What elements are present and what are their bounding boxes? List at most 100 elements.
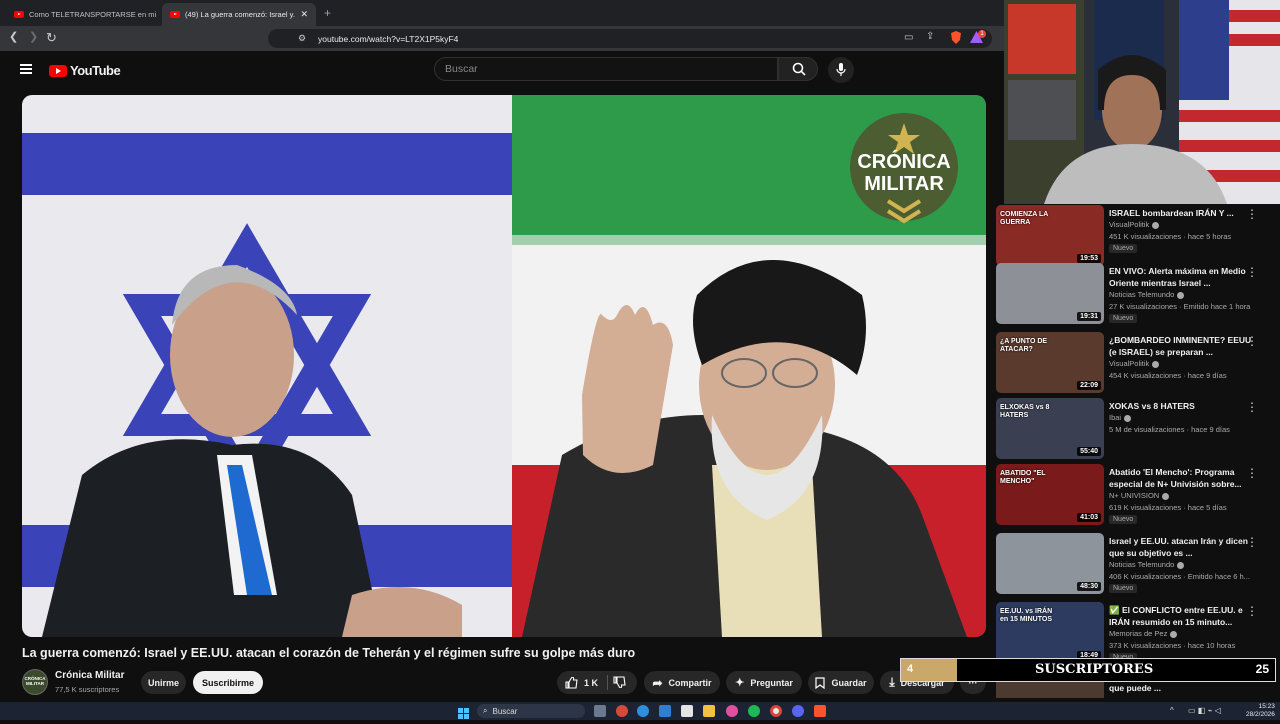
recommendation-card[interactable]: ABATIDO "EL MENCHO" 41:03 Abatido 'El Menc… xyxy=(996,464,1276,530)
goal-target: 25 xyxy=(1255,662,1269,676)
recommendation-title[interactable]: ISRAEL bombardean IRÁN Y ... xyxy=(1109,207,1259,219)
taskbar-search-label: Buscar xyxy=(492,706,518,716)
share-label: Compartir xyxy=(668,677,712,688)
edge-icon[interactable] xyxy=(637,705,649,717)
recommendation-thumbnail[interactable]: ABATIDO "EL MENCHO" 41:03 xyxy=(996,464,1104,525)
taskbar-search[interactable]: ⌕ Buscar xyxy=(477,704,585,718)
chrome-icon[interactable] xyxy=(770,705,782,717)
video-player[interactable]: CRÓNICA MILITAR xyxy=(22,95,986,637)
more-options-icon[interactable]: ⋮ xyxy=(1246,466,1258,480)
url-text: youtube.com/watch?v=LT2X1P5kyF4 xyxy=(318,33,459,44)
more-options-icon[interactable]: ⋮ xyxy=(1246,400,1258,414)
recommendation-channel[interactable]: VisualPolitik xyxy=(1109,220,1160,229)
share-icon[interactable]: ⇪ xyxy=(926,32,934,42)
like-button[interactable]: 1 K xyxy=(565,676,599,689)
more-options-icon[interactable]: ⋮ xyxy=(1246,334,1258,348)
recommendation-card[interactable]: COMIENZA LA GUERRA 19:53 ISRAEL bombardean… xyxy=(996,205,1276,271)
share-button[interactable]: ➦ Compartir xyxy=(644,671,720,694)
recommendation-thumbnail[interactable]: ELXOKAS vs 8 HATERS 55:40 xyxy=(996,398,1104,459)
discord-icon[interactable] xyxy=(792,705,804,717)
browser-toolbar: ❮ ❯ ↻ ⚙ youtube.com/watch?v=LT2X1P5kyF4 … xyxy=(0,26,1004,51)
tab-current-video[interactable]: (49) La guerra comenzó: Israel y... ✕ xyxy=(162,3,316,26)
recommendation-thumbnail[interactable]: ¿A PUNTO DE ATACAR? 22:09 xyxy=(996,332,1104,393)
tab-close-icon[interactable]: ✕ xyxy=(300,9,308,20)
recommendation-thumbnail[interactable]: EE.UU. vs IRÁN en 15 MINUTOS 18:49 xyxy=(996,602,1104,663)
like-count: 1 K xyxy=(584,677,599,688)
recommendation-title[interactable]: EN VIVO: Alerta máxima en Medio Oriente … xyxy=(1109,265,1259,289)
clock-time: 15:23 xyxy=(1258,703,1275,710)
file-explorer-icon[interactable] xyxy=(703,705,715,717)
recommendation-thumbnail[interactable]: 19:31 xyxy=(996,263,1104,324)
recommendation-card[interactable]: 48:30 Israel y EE.UU. atacan Irán y dicen… xyxy=(996,533,1276,599)
recommendation-card[interactable]: ELXOKAS vs 8 HATERS 55:40 XOKAS vs 8 HATER… xyxy=(996,398,1276,464)
new-tab-button[interactable]: + xyxy=(324,6,331,20)
browser-tab-bar: Como TELETRANSPORTARSE en minecraft (49)… xyxy=(0,0,1004,26)
search-icon: ⌕ xyxy=(483,706,488,715)
voice-search-button[interactable] xyxy=(828,57,854,83)
youtube-logo[interactable]: YouTube xyxy=(49,63,121,78)
more-options-icon[interactable]: ⋮ xyxy=(1246,604,1258,618)
more-options-icon[interactable]: ⋮ xyxy=(1246,265,1258,279)
recommendation-channel[interactable]: N+ UNIVISION xyxy=(1109,491,1170,500)
reload-icon[interactable]: ↻ xyxy=(46,31,57,44)
recommendation-channel[interactable]: Memorias de Pez xyxy=(1109,629,1178,638)
recommendation-channel[interactable]: VisualPolitik xyxy=(1109,359,1160,368)
store-icon[interactable] xyxy=(681,705,693,717)
more-options-icon[interactable]: ⋮ xyxy=(1246,207,1258,221)
dislike-button[interactable] xyxy=(613,676,626,690)
ask-button[interactable]: ✦ Preguntar xyxy=(726,671,802,694)
recommendation-channel[interactable]: Ibai xyxy=(1109,413,1132,422)
app-icon-2[interactable] xyxy=(726,705,738,717)
recommendation-title[interactable]: Israel y EE.UU. atacan Irán y dicen que … xyxy=(1109,535,1259,559)
windows-start-icon[interactable] xyxy=(458,706,469,724)
spotify-icon[interactable] xyxy=(748,705,760,717)
duration-badge: 55:40 xyxy=(1077,447,1101,456)
tray-chevron-icon[interactable]: ^ xyxy=(1170,706,1174,715)
address-bar[interactable]: ⚙ youtube.com/watch?v=LT2X1P5kyF4 xyxy=(268,29,992,48)
recommendation-card[interactable]: ¿A PUNTO DE ATACAR? 22:09 ¿BOMBARDEO INMIN… xyxy=(996,332,1276,398)
recommendation-title[interactable]: ¿BOMBARDEO INMINENTE? EEUU (e ISRAEL) se… xyxy=(1109,334,1259,358)
like-dislike-group: 1 K xyxy=(557,671,637,694)
brave-shield-icon[interactable] xyxy=(950,31,962,47)
youtube-header: YouTube Buscar xyxy=(0,51,1004,91)
site-settings-icon[interactable]: ⚙ xyxy=(298,33,306,44)
recommendation-card[interactable]: 19:31 EN VIVO: Alerta máxima en Medio Ori… xyxy=(996,263,1276,329)
mail-icon[interactable] xyxy=(659,705,671,717)
thumbnail-text: COMIENZA LA GUERRA xyxy=(1000,211,1049,226)
recommendation-title[interactable]: Abatido 'El Mencho': Programa especial d… xyxy=(1109,466,1259,490)
search-input[interactable]: Buscar xyxy=(434,57,778,81)
join-button[interactable]: Unirme xyxy=(141,671,186,694)
forward-icon[interactable]: ❯ xyxy=(29,32,38,43)
menu-icon[interactable] xyxy=(20,64,32,74)
channel-avatar[interactable]: CRÓNICA MILITAR xyxy=(22,669,48,695)
save-button[interactable]: Guardar xyxy=(808,671,874,694)
channel-name-text: VisualPolitik xyxy=(1109,220,1150,229)
subscribe-button[interactable]: Suscribirme xyxy=(193,671,263,694)
search-button[interactable] xyxy=(778,57,818,81)
verified-icon xyxy=(1152,360,1160,368)
youtube-play-icon xyxy=(49,64,67,77)
youtube-favicon-icon xyxy=(170,11,180,18)
channel-name-text: Memorias de Pez xyxy=(1109,629,1168,638)
app-icon-1[interactable] xyxy=(616,705,628,717)
brave-icon[interactable] xyxy=(814,705,826,717)
duration-badge: 22:09 xyxy=(1077,381,1101,390)
recommendation-thumbnail[interactable]: 48:30 xyxy=(996,533,1104,594)
clock[interactable]: 15:23 28/2/2026 xyxy=(1246,703,1275,719)
back-icon[interactable]: ❮ xyxy=(9,32,18,43)
recommendation-channel[interactable]: Noticias Telemundo xyxy=(1109,290,1185,299)
recommendation-title[interactable]: XOKAS vs 8 HATERS xyxy=(1109,400,1259,412)
recommendation-channel[interactable]: Noticias Telemundo xyxy=(1109,560,1185,569)
thumbs-up-icon xyxy=(565,676,578,689)
tray-icons[interactable]: ▭ ◧ ⌁ ◁ xyxy=(1188,706,1221,715)
tab-minecraft[interactable]: Como TELETRANSPORTARSE en minecraft xyxy=(6,3,156,26)
verified-icon xyxy=(1162,492,1170,500)
channel-name[interactable]: Crónica Militar xyxy=(55,670,124,681)
task-view-icon[interactable] xyxy=(594,705,606,717)
thumbnail-text: ¿A PUNTO DE ATACAR? xyxy=(1000,338,1048,353)
recommendation-title[interactable]: ✅ El CONFLICTO entre EE.UU. e IRÁN resum… xyxy=(1109,604,1259,628)
recommendation-meta: 619 K visualizaciones · hace 5 días xyxy=(1109,503,1227,512)
recommendation-thumbnail[interactable]: COMIENZA LA GUERRA 19:53 xyxy=(996,205,1104,266)
more-options-icon[interactable]: ⋮ xyxy=(1246,535,1258,549)
cast-icon[interactable]: ▭ xyxy=(904,33,913,43)
